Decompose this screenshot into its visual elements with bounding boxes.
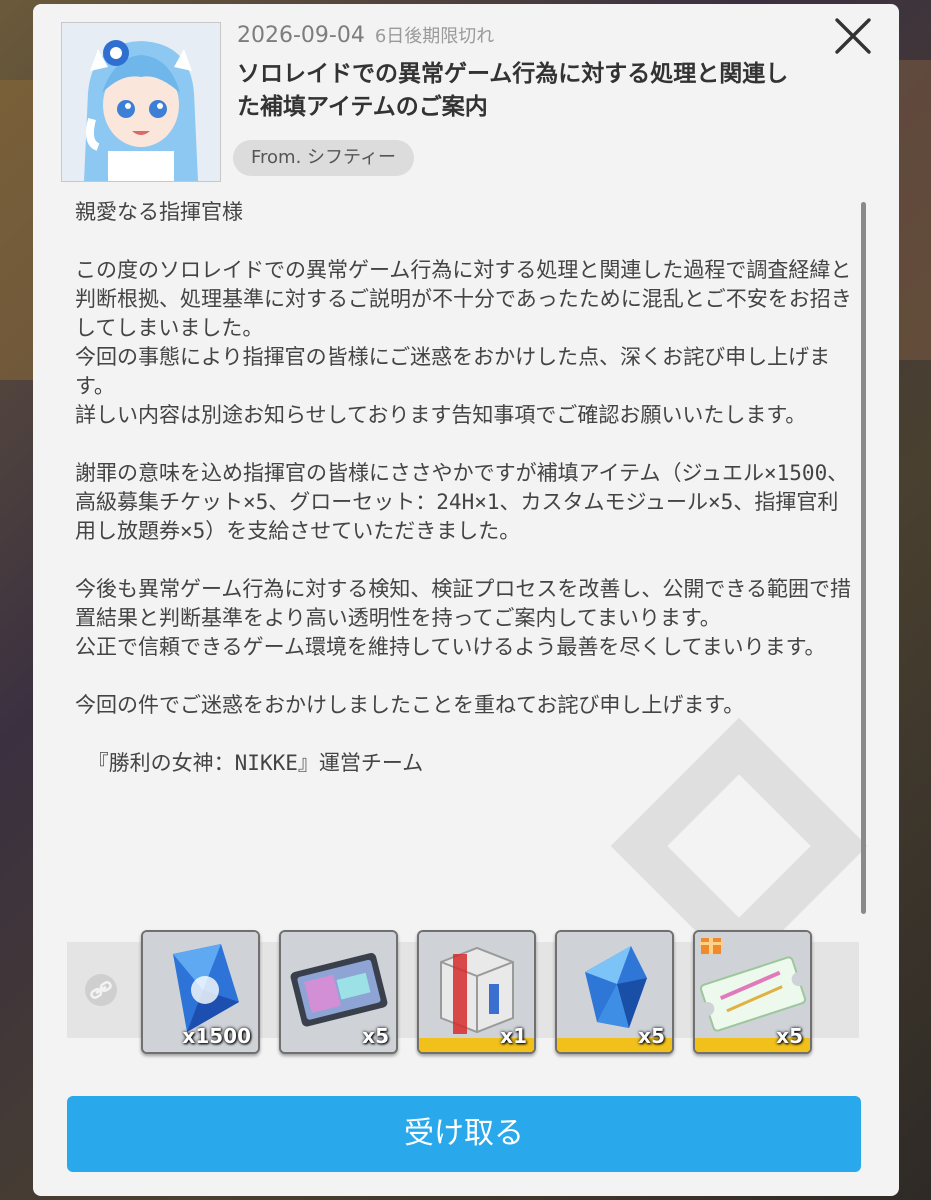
reward-qty: x5: [638, 1024, 665, 1048]
mail-header: 2026-09-04 6日後期限切れ ソロレイドでの異常ゲーム行為に対する処理と関…: [237, 22, 797, 124]
reward-item-custom-module[interactable]: x5: [555, 930, 674, 1054]
reward-qty: x5: [776, 1024, 803, 1048]
reward-item-unlimited-ticket[interactable]: x5: [693, 930, 812, 1054]
mail-body: 親愛なる指揮官様 この度のソロレイドでの異常ゲーム行為に対する処理と関連した過程…: [75, 200, 852, 775]
mail-title: ソロレイドでの異常ゲーム行為に対する処理と関連した補填アイテムのご案内: [237, 61, 789, 120]
reward-item-glow-set[interactable]: x1: [417, 930, 536, 1054]
mail-date: 2026-09-04: [237, 23, 365, 48]
sender-avatar: [61, 22, 221, 182]
reward-qty: x1500: [182, 1024, 251, 1048]
sender-badge: From. シフティー: [233, 140, 414, 176]
link-icon: [85, 974, 117, 1006]
reward-item-jewel[interactable]: x1500: [141, 930, 260, 1054]
claim-button[interactable]: 受け取る: [67, 1096, 861, 1172]
close-icon: [835, 18, 871, 54]
close-button[interactable]: [831, 14, 875, 58]
mail-expiry: 6日後期限切れ: [374, 26, 495, 47]
mail-detail-dialog: 2026-09-04 6日後期限切れ ソロレイドでの異常ゲーム行為に対する処理と関…: [33, 4, 899, 1196]
mail-body-scrollbar[interactable]: [861, 202, 866, 914]
reward-qty: x5: [362, 1024, 389, 1048]
mail-date-line: 2026-09-04 6日後期限切れ: [237, 22, 797, 48]
reward-qty: x1: [500, 1024, 527, 1048]
reward-item-recruit-ticket[interactable]: x5: [279, 930, 398, 1054]
